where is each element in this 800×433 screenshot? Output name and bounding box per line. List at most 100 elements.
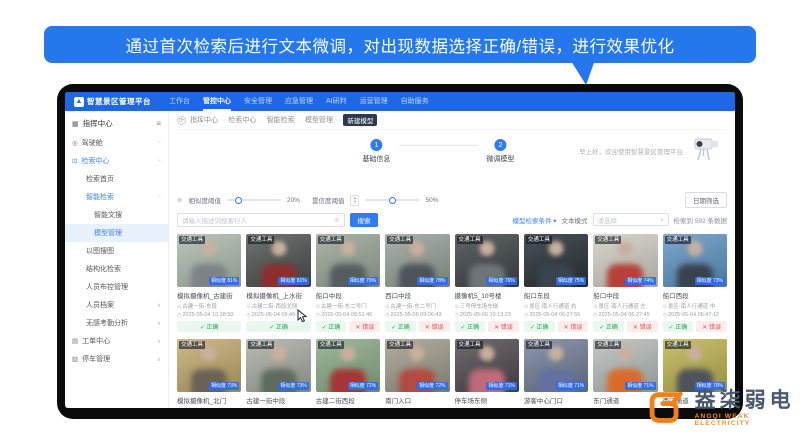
hamburger-icon[interactable]: ≡ [156, 119, 161, 128]
breadcrumb-item[interactable]: 模型管理 [305, 115, 333, 125]
person-image[interactable]: 交通工具 相似度 73% [177, 339, 242, 392]
card-actions: ✓ 正确 ✕ 错误 [523, 321, 589, 332]
person-image[interactable]: 交通工具 相似度 71% [454, 339, 519, 392]
person-image[interactable]: 交通工具 相似度 72% [315, 339, 381, 392]
correct-button[interactable]: ✓ 正确 [315, 321, 347, 332]
timestamp: ◷2025-05-04 09:51:46 [315, 312, 373, 318]
sidebar-item[interactable]: 智能文搜 [65, 206, 168, 224]
sidebar-item[interactable]: 人员档案 ∨ [65, 296, 168, 314]
company-name-en: ANGQI WEAK ELECTRICITY [694, 413, 751, 428]
chevron-icon: ∨ [156, 356, 161, 363]
nav-item[interactable]: 工作台 [169, 92, 190, 111]
person-image[interactable]: 交通工具 相似度 73% [246, 339, 311, 392]
nav-item[interactable]: 安全管理 [244, 92, 272, 111]
similarity-badge: 相似度 73% [208, 382, 240, 390]
confidence-slider[interactable] [365, 196, 420, 204]
wrong-button[interactable]: ✕ 错误 [349, 321, 381, 332]
person-image[interactable]: 交通工具 相似度 78% [385, 234, 450, 287]
sidebar-item[interactable]: 结构化检索 [65, 260, 168, 278]
clock-icon: ◷ [523, 312, 529, 318]
correct-button[interactable]: ✓ 正确 [523, 321, 555, 332]
sidebar: ▦ 指挥中心 ≡ ◎ 驾驶舱 − ⊡ 检索中心 − 检索首页 智能检索 − 智能文搜 模型管理 以图搜… [65, 111, 169, 408]
location-text: ⊙古建一街-东段 [177, 304, 218, 310]
confidence-stepper[interactable]: ▲ ▼ [350, 194, 360, 206]
card-actions: ✓ 正确 ✕ 错误 [385, 321, 450, 332]
search-button[interactable]: 搜索 [350, 212, 378, 227]
correct-button[interactable]: ✓ 正确 [454, 321, 486, 332]
correct-button[interactable]: ✓ 正确 [593, 321, 624, 332]
person-card: 交通工具 相似度 73% 船口西段 ⊙景区-南人行通道 中 ◷2025-05-04 06… [662, 234, 727, 332]
sidebar-item[interactable]: 人员布控管理 [65, 278, 168, 296]
pin-icon: ⊙ [593, 304, 598, 310]
breadcrumb-item[interactable]: 检索中心 [228, 115, 256, 125]
breadcrumb-crumbs: 指挥中心 · 检索中心 · 智能检索 · 模型管理 · [190, 115, 339, 125]
sidebar-item[interactable]: 以图搜图 [65, 242, 168, 260]
sidebar-item-icon: ⊡ [72, 158, 78, 165]
person-image[interactable]: 交通工具 相似度 76% [454, 234, 519, 287]
clear-icon[interactable]: ⊗ [334, 216, 340, 224]
similarity-badge: 相似度 73% [694, 277, 725, 285]
person-image[interactable]: 交通工具相似度 72% [385, 339, 450, 392]
callout-banner: 通过首次检索后进行文本微调，对出现数据选择正确/错误，进行效果优化 [44, 26, 756, 63]
card-actions: ✓ 正确 ✕ 错误 [454, 321, 519, 332]
location-text: ⊙古建一街-东二号门 [315, 304, 367, 310]
refresh-icon[interactable]: ⟳ [177, 115, 186, 125]
correct-button[interactable]: ✓ 正确 [177, 321, 242, 332]
card-actions: ✓ 正确 ✕ 错误 [315, 321, 381, 332]
threshold-label: 相似度阈值 [188, 198, 221, 205]
clock-icon: ◷ [385, 312, 390, 318]
camera-name: 古建一街中段 [246, 398, 286, 405]
category-tag: 交通工具 [387, 341, 414, 349]
camera-name: 南门入口 [385, 398, 412, 405]
correct-button[interactable]: ✓ 正确 [662, 321, 694, 332]
category-tag: 交通工具 [525, 341, 552, 349]
breadcrumb-item[interactable]: 指挥中心 [190, 115, 218, 125]
wrong-button[interactable]: ✕ 错误 [557, 321, 589, 332]
wrong-button[interactable]: ✕ 错误 [696, 321, 727, 332]
nav-item[interactable]: 应急管理 [285, 92, 313, 111]
search-input[interactable]: 请输入描述词搜索行人 ⊗ [177, 212, 345, 227]
card-actions: ✓ 正确 [177, 321, 242, 332]
timestamp: ◷2025-05-04 10:38:50 [177, 312, 234, 318]
category-select[interactable]: 请选择 ▾ [592, 213, 669, 226]
hero-section: 1 基础信息 2 微调模型 早上好，欢迎使用智慧景区管理平台 [177, 130, 727, 192]
wrong-button[interactable]: ✕ 错误 [418, 321, 450, 332]
person-card: 交通工具相似度 72%古建二街西段⊙古建二街-西段◷2025-05-06 09:… [315, 339, 381, 408]
threshold-value: 20% [286, 196, 300, 204]
app-logo: ▲ 智慧景区管理平台 [74, 96, 151, 107]
nav-item[interactable]: AI研判 [326, 92, 347, 111]
similarity-badge: 相似度 81% [278, 277, 309, 285]
sidebar-header[interactable]: ▦ 指挥中心 ≡ [65, 114, 168, 134]
nav-item[interactable]: 自助服务 [401, 92, 429, 111]
nav-item[interactable]: 运营管理 [360, 92, 388, 111]
breadcrumb-separator: · [298, 116, 302, 124]
sidebar-item[interactable]: ◎ 驾驶舱 − [65, 134, 168, 152]
model-condition-link[interactable]: 模型检索条件 ▾ [512, 215, 556, 225]
person-image[interactable]: 交通工具 相似度 81% [246, 234, 311, 287]
sidebar-item[interactable]: ⊡ 检索中心 − [65, 152, 168, 170]
similarity-badge: 相似度 72% [417, 382, 448, 390]
wrong-button[interactable]: ✕ 错误 [626, 321, 658, 332]
wrong-button[interactable]: ✕ 错误 [488, 321, 519, 332]
sidebar-item[interactable]: ▥ 停车管理 ∨ [65, 350, 168, 368]
sidebar-item[interactable]: 无感考勤分析 ∨ [65, 314, 168, 332]
person-image[interactable]: 交通工具 相似度 73% [662, 234, 727, 287]
person-image[interactable]: 交通工具 相似度 81% [177, 234, 242, 287]
nav-item[interactable]: 管控中心 [203, 92, 231, 111]
camera-name: 模拟摄像机_上水街 [246, 293, 302, 300]
breadcrumb-item[interactable]: 智能检索 [267, 115, 295, 125]
person-image[interactable]: 交通工具 相似度 79% [315, 234, 381, 287]
correct-button[interactable]: ✓ 正确 [385, 321, 416, 332]
date-filter-button[interactable]: 日期筛选 [685, 192, 727, 208]
step-number: 1 [370, 139, 383, 151]
sidebar-item[interactable]: 模型管理 [65, 224, 168, 242]
sidebar-item[interactable]: ▤ 工单中心 ∨ [65, 332, 168, 350]
sidebar-item[interactable]: 智能检索 − [65, 188, 168, 206]
person-image[interactable]: 交通工具 相似度 75% [523, 234, 589, 287]
threshold-slider[interactable] [226, 196, 281, 204]
person-image[interactable]: 交通工具 相似度 71% [523, 339, 589, 392]
chevron-icon: ∨ [156, 320, 161, 327]
sidebar-item[interactable]: 检索首页 [65, 170, 168, 188]
person-image[interactable]: 交通工具 相似度 74% [593, 234, 658, 287]
category-tag: 交通工具 [387, 236, 414, 244]
